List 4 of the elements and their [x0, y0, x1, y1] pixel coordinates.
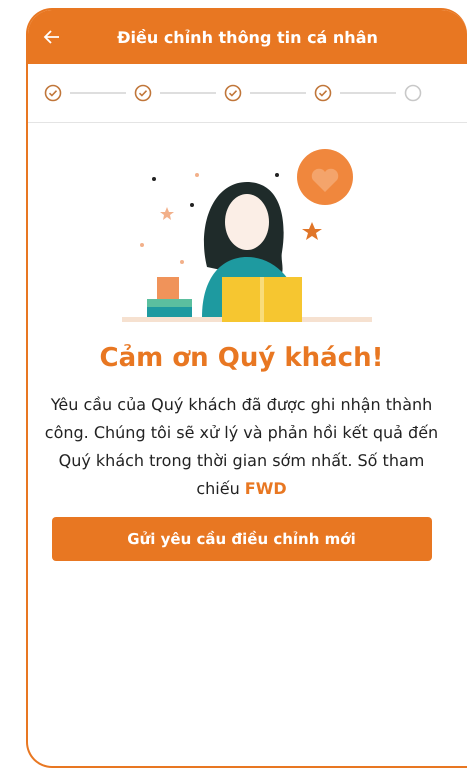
- new-request-button[interactable]: Gửi yêu cầu điều chỉnh mới: [52, 517, 432, 561]
- thank-you-heading: Cảm ơn Quý khách!: [100, 343, 384, 373]
- confirmation-message: Yêu cầu của Quý khách đã được ghi nhận thành công. Chúng tôi sẽ xử lý và phản hồi kết quả đến Quý khách trong thời gian sớm nhất. Số tham chiếu FWD: [44, 394, 440, 500]
- screen-title: Điều chỉnh thông tin cá nhân: [116, 28, 379, 46]
